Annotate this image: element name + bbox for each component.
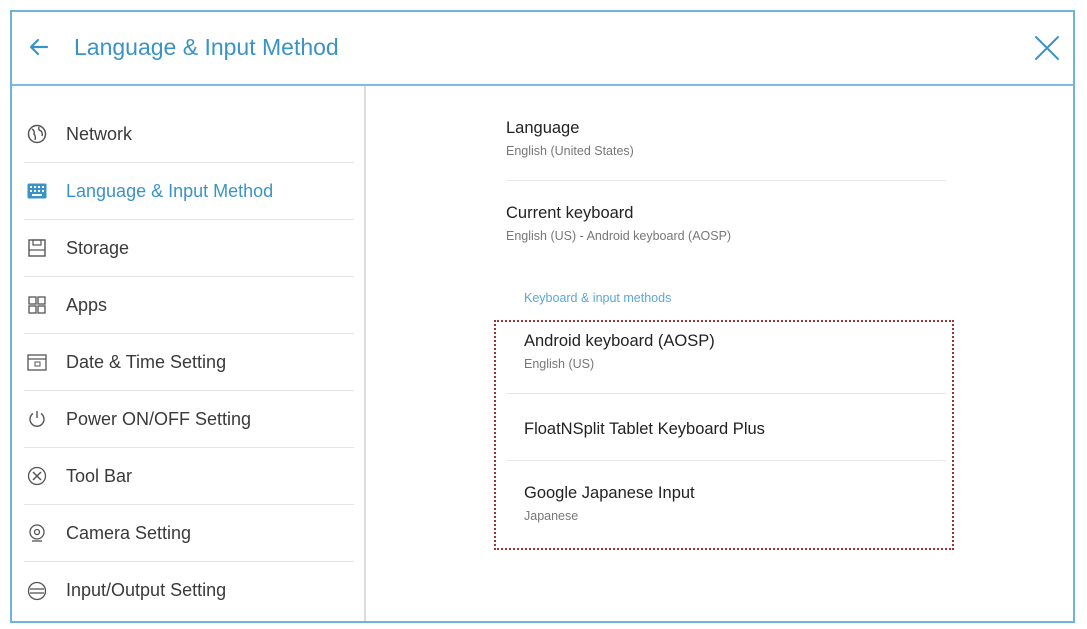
arrow-left-icon [29,38,49,56]
apps-icon [26,294,48,316]
method-title: Google Japanese Input [524,484,695,502]
sidebar-item-network[interactable]: Network [24,106,354,163]
language-value: English (United States) [506,144,634,158]
method-google-japanese[interactable]: Google Japanese Input Japanese [524,484,934,523]
method-title: Android keyboard (AOSP) [524,332,715,350]
tools-icon [26,465,48,487]
power-icon [26,408,48,430]
storage-icon [26,237,48,259]
sidebar-item-camera[interactable]: Camera Setting [24,505,354,562]
sidebar-item-storage[interactable]: Storage [24,220,354,277]
sidebar-item-tool-bar[interactable]: Tool Bar [24,448,354,505]
sidebar-item-label: Apps [66,294,108,315]
close-button[interactable] [1029,30,1065,66]
language-setting[interactable]: Language English (United States) [506,119,946,158]
close-icon [1035,36,1059,60]
sidebar-item-label: Input/Output Setting [66,580,227,600]
section-label: Keyboard & input methods [524,291,672,305]
back-button[interactable] [24,32,54,62]
sidebar-item-label: Network [66,123,133,144]
method-android-keyboard[interactable]: Android keyboard (AOSP) English (US) [524,332,934,371]
sidebar-item-label: Language & Input Method [66,180,274,201]
input-output-icon [26,580,48,602]
content-panel: Language English (United States) Current… [366,86,1073,621]
divider [506,460,946,461]
sidebar-item-language-input[interactable]: Language & Input Method [24,163,354,220]
sidebar-item-label: Date & Time Setting [66,351,227,372]
method-subtitle: Japanese [524,509,579,523]
current-keyboard-title: Current keyboard [506,204,634,222]
language-title: Language [506,119,580,137]
sidebar-item-apps[interactable]: Apps [24,277,354,334]
current-keyboard-value: English (US) - Android keyboard (AOSP) [506,229,732,243]
camera-icon [26,522,48,544]
calendar-icon [26,351,48,373]
sidebar-item-label: Storage [66,237,130,258]
keyboard-icon [26,180,48,202]
sidebar-item-power[interactable]: Power ON/OFF Setting [24,391,354,448]
divider [506,180,946,181]
page-title: Language & Input Method [74,34,339,60]
sidebar-item-date-time[interactable]: Date & Time Setting [24,334,354,391]
settings-window: Language & Input Method Network Language… [10,10,1075,623]
header-bar: Language & Input Method [12,12,1073,86]
divider [506,393,946,394]
sidebar-item-label: Tool Bar [66,465,133,486]
sidebar-item-input-output[interactable]: Input/Output Setting [24,562,354,619]
method-floatnsplit[interactable]: FloatNSplit Tablet Keyboard Plus [524,420,934,439]
sidebar-item-label: Power ON/OFF Setting [66,408,252,429]
method-title: FloatNSplit Tablet Keyboard Plus [524,420,765,438]
globe-icon [26,123,48,145]
method-subtitle: English (US) [524,357,595,371]
current-keyboard-setting[interactable]: Current keyboard English (US) - Android … [506,204,946,243]
sidebar: Network Language & Input Method Storage … [12,86,366,621]
sidebar-item-label: Camera Setting [66,522,192,543]
